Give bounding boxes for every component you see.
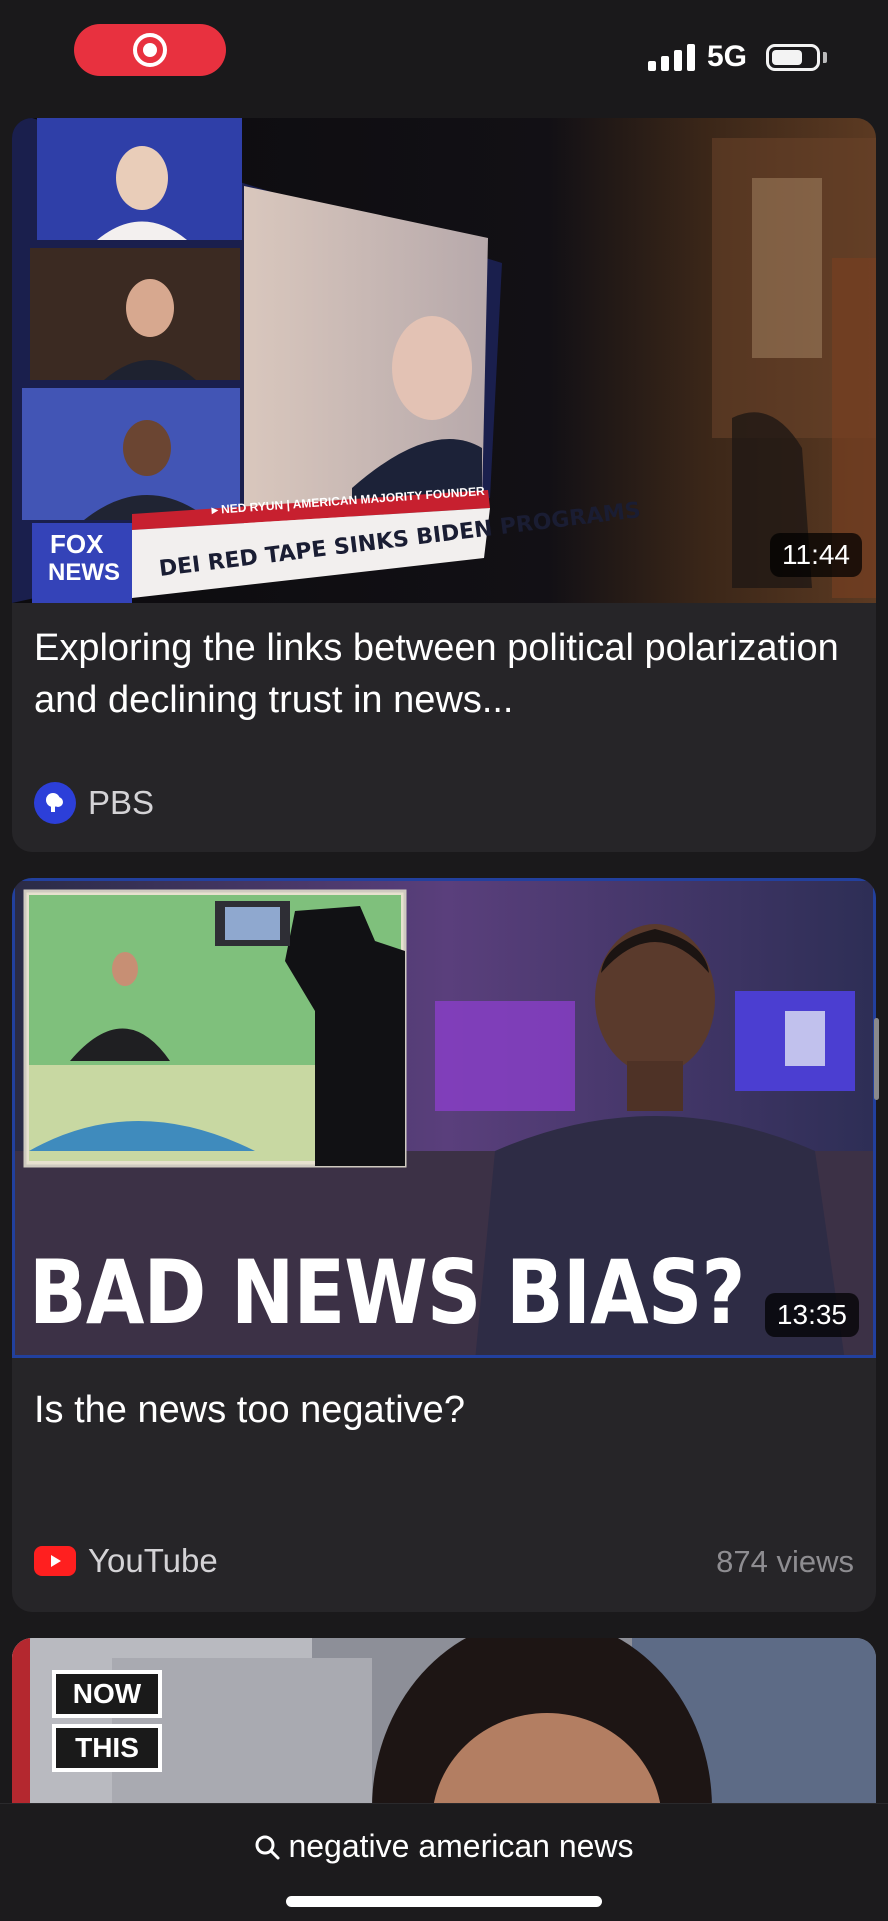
search-query-pill[interactable]: negative american news xyxy=(0,1828,888,1865)
video-title[interactable]: Is the news too negative? xyxy=(34,1384,854,1436)
search-query-text: negative american news xyxy=(288,1828,634,1864)
nowthis-logo-line: NOW xyxy=(52,1670,162,1718)
pbs-logo-icon xyxy=(34,782,76,824)
view-count: 874 views xyxy=(716,1544,854,1579)
video-duration-badge: 13:35 xyxy=(764,1293,859,1337)
nowthis-logo-line: THIS xyxy=(52,1724,162,1772)
record-icon xyxy=(133,33,167,67)
fox-news-logo-text: FOX xyxy=(50,529,104,559)
cellular-signal-icon xyxy=(648,44,695,71)
video-thumbnail[interactable]: BAD NEWS BIAS? 13:35 xyxy=(12,878,876,1358)
video-result-card[interactable]: FOX NEWS DEI RED TAPE SINKS BIDEN PROGRA… xyxy=(12,118,876,852)
status-bar: 5G xyxy=(0,0,888,110)
video-title[interactable]: Exploring the links between political po… xyxy=(34,622,854,726)
network-type-label: 5G xyxy=(707,40,748,73)
thumbnail-overlay-text: BAD NEWS BIAS? xyxy=(29,1241,745,1344)
svg-text:NEWS: NEWS xyxy=(48,559,120,586)
nowthis-logo: NOW THIS xyxy=(52,1670,162,1772)
video-source[interactable]: PBS xyxy=(34,782,154,824)
youtube-logo-icon xyxy=(34,1546,76,1576)
video-thumbnail[interactable]: FOX NEWS DEI RED TAPE SINKS BIDEN PROGRA… xyxy=(12,118,876,603)
screen-recording-indicator[interactable] xyxy=(74,24,226,76)
video-source[interactable]: YouTube xyxy=(34,1542,218,1580)
video-duration-badge: 11:44 xyxy=(770,533,862,577)
bottom-search-bar[interactable]: negative american news xyxy=(0,1803,888,1921)
source-name: PBS xyxy=(88,784,155,821)
source-name: YouTube xyxy=(88,1542,218,1579)
thumbnail-image: FOX NEWS DEI RED TAPE SINKS BIDEN PROGRA… xyxy=(12,118,876,603)
scrollbar-thumb[interactable] xyxy=(874,1018,879,1100)
video-result-card[interactable]: BAD NEWS BIAS? 13:35 Is the news too neg… xyxy=(12,878,876,1612)
search-icon xyxy=(255,1835,280,1859)
battery-icon xyxy=(766,44,820,71)
home-indicator[interactable] xyxy=(286,1896,602,1907)
